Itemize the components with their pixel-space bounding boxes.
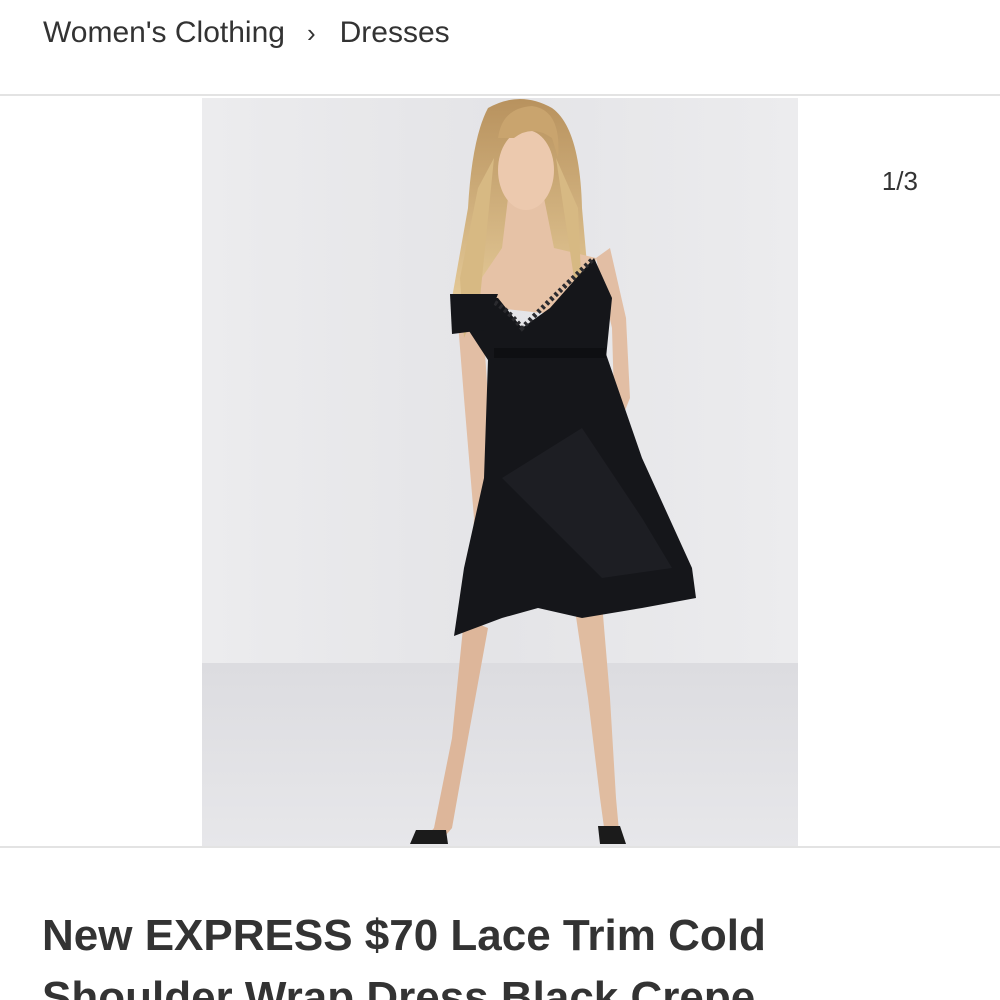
image-counter: 1/3 <box>881 166 918 196</box>
breadcrumb-item-womens-clothing[interactable]: Women's Clothing <box>43 14 285 52</box>
chevron-right-icon: › <box>306 18 316 48</box>
product-image[interactable] <box>202 98 798 846</box>
product-title: New EXPRESS $70 Lace Trim Cold Shoulder … <box>42 911 800 1000</box>
breadcrumb-item-dresses[interactable]: Dresses <box>340 14 450 52</box>
divider <box>0 846 1000 848</box>
breadcrumb: Women's Clothing › Dresses <box>0 0 1000 96</box>
product-page: Women's Clothing › Dresses 1/3 New EXPRE… <box>0 0 1000 1000</box>
image-gallery[interactable]: 1/3 <box>0 98 1000 846</box>
